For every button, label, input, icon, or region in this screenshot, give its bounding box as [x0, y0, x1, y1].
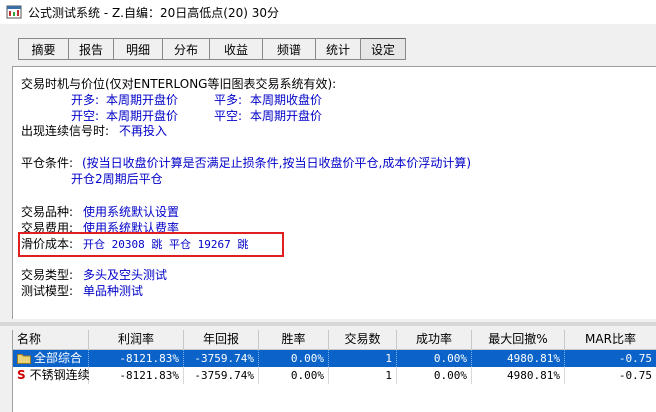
timing-label: 交易时机与价位(仅对ENTERLONG等旧图表交易系统有效):: [21, 77, 337, 91]
table-row[interactable]: S 不锈钢连续 -8121.83% -3759.74% 0.00% 1 0.00…: [13, 367, 656, 384]
open-short-label: 开空:: [71, 109, 100, 123]
tab-bar: 摘要 报告 明细 分布 收益 频谱 统计 设定: [18, 38, 406, 60]
results-table: 名称 利润率 年回报 胜率 交易数 成功率 最大回撤% MAR比率 全部综合 -…: [12, 330, 656, 412]
cell-name: 全部综合: [13, 350, 89, 367]
splitter[interactable]: [0, 322, 656, 326]
tab-distribution[interactable]: 分布: [162, 38, 209, 60]
tab-settings[interactable]: 设定: [360, 38, 406, 60]
slippage-highlight-box: [18, 232, 284, 257]
close-long-value: 本周期收盘价: [250, 93, 323, 107]
col-annual[interactable]: 年回报: [184, 330, 259, 349]
cell-trades: 1: [329, 350, 397, 367]
tab-details[interactable]: 明细: [113, 38, 162, 60]
col-drawdown[interactable]: 最大回撤%: [472, 330, 565, 349]
title-bar: 公式测试系统 - Z.自编：20日高低点(20) 30分: [0, 0, 656, 24]
close-short-value: 本周期开盘价: [250, 109, 323, 123]
cell-success: 0.00%: [397, 367, 472, 384]
close-rule-value: 开仓2周期后平仓: [71, 172, 163, 186]
trade-type-value: 多头及空头测试: [83, 268, 168, 282]
col-name[interactable]: 名称: [13, 330, 89, 349]
s-icon: S: [17, 368, 26, 382]
cell-mar: -0.75: [565, 350, 656, 367]
col-success[interactable]: 成功率: [397, 330, 472, 349]
close-condition-label: 平仓条件:: [21, 156, 74, 170]
cell-drawdown: 4980.81%: [472, 350, 565, 367]
test-model-label: 测试模型:: [21, 284, 74, 298]
table-row[interactable]: 全部综合 -8121.83% -3759.74% 0.00% 1 0.00% 4…: [13, 350, 656, 367]
signal-value: 不再投入: [119, 124, 168, 138]
tab-statistics[interactable]: 统计: [315, 38, 360, 60]
close-short-label: 平空:: [214, 109, 243, 123]
tab-report[interactable]: 报告: [68, 38, 113, 60]
open-long-value: 本周期开盘价: [106, 93, 179, 107]
variety-value: 使用系统默认设置: [83, 205, 180, 219]
cell-mar: -0.75: [565, 367, 656, 384]
cell-win-rate: 0.00%: [259, 367, 329, 384]
cell-trades: 1: [329, 367, 397, 384]
col-trades[interactable]: 交易数: [329, 330, 397, 349]
col-profit[interactable]: 利润率: [89, 330, 184, 349]
row-name: 全部综合: [34, 351, 83, 365]
open-short-value: 本周期开盘价: [106, 109, 179, 123]
close-condition-value: (按当日收盘价计算是否满足止损条件,按当日收盘价平仓,成本价浮动计算): [82, 156, 471, 170]
table-header: 名称 利润率 年回报 胜率 交易数 成功率 最大回撤% MAR比率: [13, 330, 656, 350]
signal-label: 出现连续信号时:: [21, 124, 110, 138]
variety-label: 交易品种:: [21, 205, 74, 219]
tab-summary[interactable]: 摘要: [18, 38, 68, 60]
trade-type-label: 交易类型:: [21, 268, 74, 282]
cell-drawdown: 4980.81%: [472, 367, 565, 384]
cell-annual: -3759.74%: [184, 367, 259, 384]
test-model-value: 单品种测试: [83, 284, 144, 298]
col-win-rate[interactable]: 胜率: [259, 330, 329, 349]
settings-panel: 交易时机与价位(仅对ENTERLONG等旧图表交易系统有效): 开多: 本周期开…: [12, 66, 656, 319]
col-mar[interactable]: MAR比率: [565, 330, 656, 349]
folder-icon: [17, 354, 31, 364]
window-title: 公式测试系统 - Z.自编：20日高低点(20) 30分: [28, 5, 279, 20]
row-name: 不锈钢连续: [29, 368, 90, 382]
cell-name: S 不锈钢连续: [13, 367, 90, 384]
close-long-label: 平多:: [214, 93, 243, 107]
cell-win-rate: 0.00%: [259, 350, 329, 367]
tab-spectrum[interactable]: 频谱: [262, 38, 315, 60]
tab-returns[interactable]: 收益: [209, 38, 262, 60]
open-long-label: 开多:: [71, 93, 100, 107]
cell-success: 0.00%: [397, 350, 472, 367]
cell-annual: -3759.74%: [184, 350, 259, 367]
cell-profit: -8121.83%: [89, 367, 184, 384]
cell-profit: -8121.83%: [89, 350, 184, 367]
app-icon: [6, 5, 22, 19]
